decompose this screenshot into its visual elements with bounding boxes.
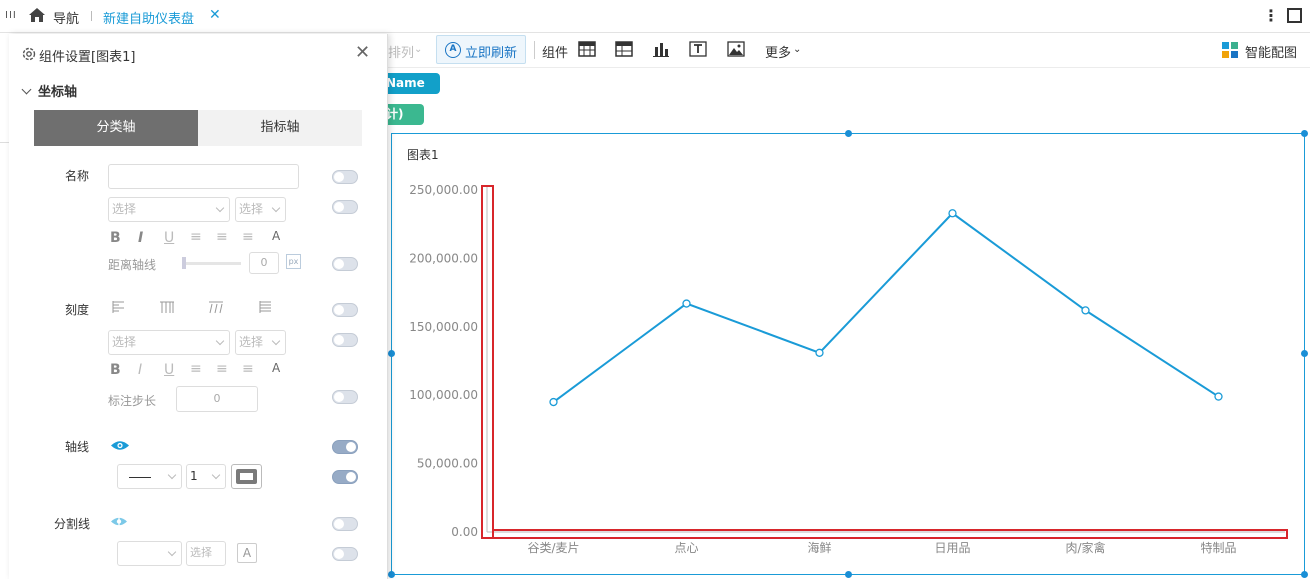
tick-label: 刻度	[65, 303, 90, 317]
y-tick-label: 150,000.00	[409, 320, 478, 334]
chevron-down-icon	[271, 203, 281, 213]
tick-toggle[interactable]	[332, 303, 358, 317]
axis-distance-slider[interactable]	[183, 262, 241, 265]
tab-category-axis[interactable]: 分类轴	[34, 110, 198, 146]
font-size-value: 选择	[239, 202, 264, 216]
eye-icon[interactable]	[110, 439, 130, 452]
line-width-value: 1	[190, 469, 198, 483]
distance-toggle[interactable]	[332, 257, 358, 271]
step-toggle[interactable]	[332, 390, 358, 404]
name-font-toggle[interactable]	[332, 200, 358, 214]
data-point	[1081, 306, 1090, 315]
axis-line-label: 轴线	[65, 440, 90, 454]
tick-none-icon[interactable]	[257, 300, 273, 314]
data-point	[815, 348, 824, 357]
tab-value-axis[interactable]: 指标轴	[198, 110, 362, 146]
panel-title: 组件设置[图表1]	[39, 50, 136, 65]
underline-icon[interactable]: U	[164, 362, 174, 378]
px-unit-badge: px	[286, 254, 301, 269]
swatch-inner	[240, 473, 253, 480]
split-color-picker[interactable]: A	[237, 543, 257, 563]
chevron-down-icon	[21, 84, 32, 95]
align-left-icon[interactable]: ≡	[190, 229, 202, 245]
bold-icon[interactable]: B	[110, 362, 121, 378]
split-style-select[interactable]	[117, 541, 182, 566]
x-tick-label: 特制品	[1200, 540, 1236, 555]
series-line	[552, 211, 1220, 403]
split-width-value: 选择	[190, 546, 212, 559]
name-toggle[interactable]	[332, 170, 358, 184]
component-settings-panel: 组件设置[图表1] ✕ 坐标轴 分类轴 指标轴 名称 选择 选择 B I U ≡…	[9, 34, 388, 579]
tick-font-family-value: 选择	[112, 335, 137, 349]
tick-inside-icon[interactable]	[110, 300, 126, 314]
x-tick-label: 点心	[674, 541, 698, 555]
split-style-toggle[interactable]	[332, 547, 358, 561]
axis-section-label: 坐标轴	[38, 85, 78, 100]
axis-line-toggle[interactable]	[332, 440, 358, 454]
chevron-down-icon	[167, 547, 177, 557]
tick-cross-icon[interactable]	[208, 300, 224, 314]
line-style-select[interactable]	[117, 464, 182, 489]
chevron-down-icon	[167, 470, 177, 480]
data-point	[948, 209, 957, 218]
gear-icon	[22, 47, 36, 61]
close-icon[interactable]: ✕	[355, 42, 370, 63]
x-tick-label: 谷类/麦片	[527, 541, 579, 555]
align-left-icon[interactable]: ≡	[190, 361, 202, 377]
axis-section-header[interactable]: 坐标轴	[21, 81, 78, 100]
font-family-select[interactable]: 选择	[108, 197, 230, 222]
align-center-icon[interactable]: ≡	[216, 361, 228, 377]
label-step-label: 标注步长	[108, 394, 157, 408]
data-point	[549, 397, 558, 407]
font-color-icon[interactable]: A	[272, 361, 280, 375]
axis-line-style-toggle[interactable]	[332, 470, 358, 484]
tick-font-size-value: 选择	[239, 335, 264, 349]
line-width-select[interactable]: 1	[186, 464, 226, 489]
tick-outside-icon[interactable]	[159, 300, 175, 314]
chevron-down-icon	[215, 336, 225, 346]
align-right-icon[interactable]: ≡	[242, 361, 254, 377]
tick-font-size-select[interactable]: 选择	[235, 330, 286, 355]
split-width-select[interactable]: 选择	[186, 541, 226, 566]
chevron-down-icon	[271, 336, 281, 346]
chevron-down-icon	[211, 470, 221, 480]
x-tick-label: 海鲜	[807, 540, 831, 555]
split-line-label: 分割线	[54, 517, 91, 531]
chevron-down-icon	[215, 203, 225, 213]
align-right-icon[interactable]: ≡	[242, 229, 254, 245]
eye-off-icon[interactable]	[110, 515, 128, 528]
name-input[interactable]	[108, 164, 299, 189]
font-size-select[interactable]: 选择	[235, 197, 286, 222]
axis-distance-label: 距离轴线	[108, 258, 157, 272]
y-tick-label: 200,000.00	[409, 251, 478, 265]
x-tick-label: 肉/家禽	[1065, 540, 1105, 555]
y-tick-label: 50,000.00	[417, 457, 478, 471]
bold-icon[interactable]: B	[110, 230, 121, 246]
y-tick-label: 100,000.00	[409, 388, 478, 402]
split-line-toggle[interactable]	[332, 517, 358, 531]
font-family-value: 选择	[112, 202, 137, 216]
align-center-icon[interactable]: ≡	[216, 229, 228, 245]
x-tick-label: 日用品	[934, 541, 970, 555]
y-tick-label: 250,000.00	[409, 183, 478, 197]
italic-icon[interactable]: I	[138, 362, 142, 378]
tick-font-toggle[interactable]	[332, 333, 358, 347]
slider-handle[interactable]	[182, 257, 186, 269]
line-style-preview	[129, 477, 151, 478]
italic-icon[interactable]: I	[138, 230, 143, 246]
y-axis-highlight	[481, 185, 494, 539]
underline-icon[interactable]: U	[164, 230, 174, 246]
label-step-input[interactable]: 0	[176, 386, 258, 412]
line-color-picker[interactable]	[231, 464, 262, 489]
font-color-icon[interactable]: A	[272, 229, 280, 243]
axis-distance-input[interactable]: 0	[249, 252, 279, 274]
y-tick-label: 0.00	[451, 525, 478, 539]
name-label: 名称	[65, 169, 90, 183]
tick-font-family-select[interactable]: 选择	[108, 330, 230, 355]
x-axis-highlight	[492, 529, 1288, 539]
data-point	[682, 299, 691, 308]
data-point	[1214, 392, 1223, 401]
